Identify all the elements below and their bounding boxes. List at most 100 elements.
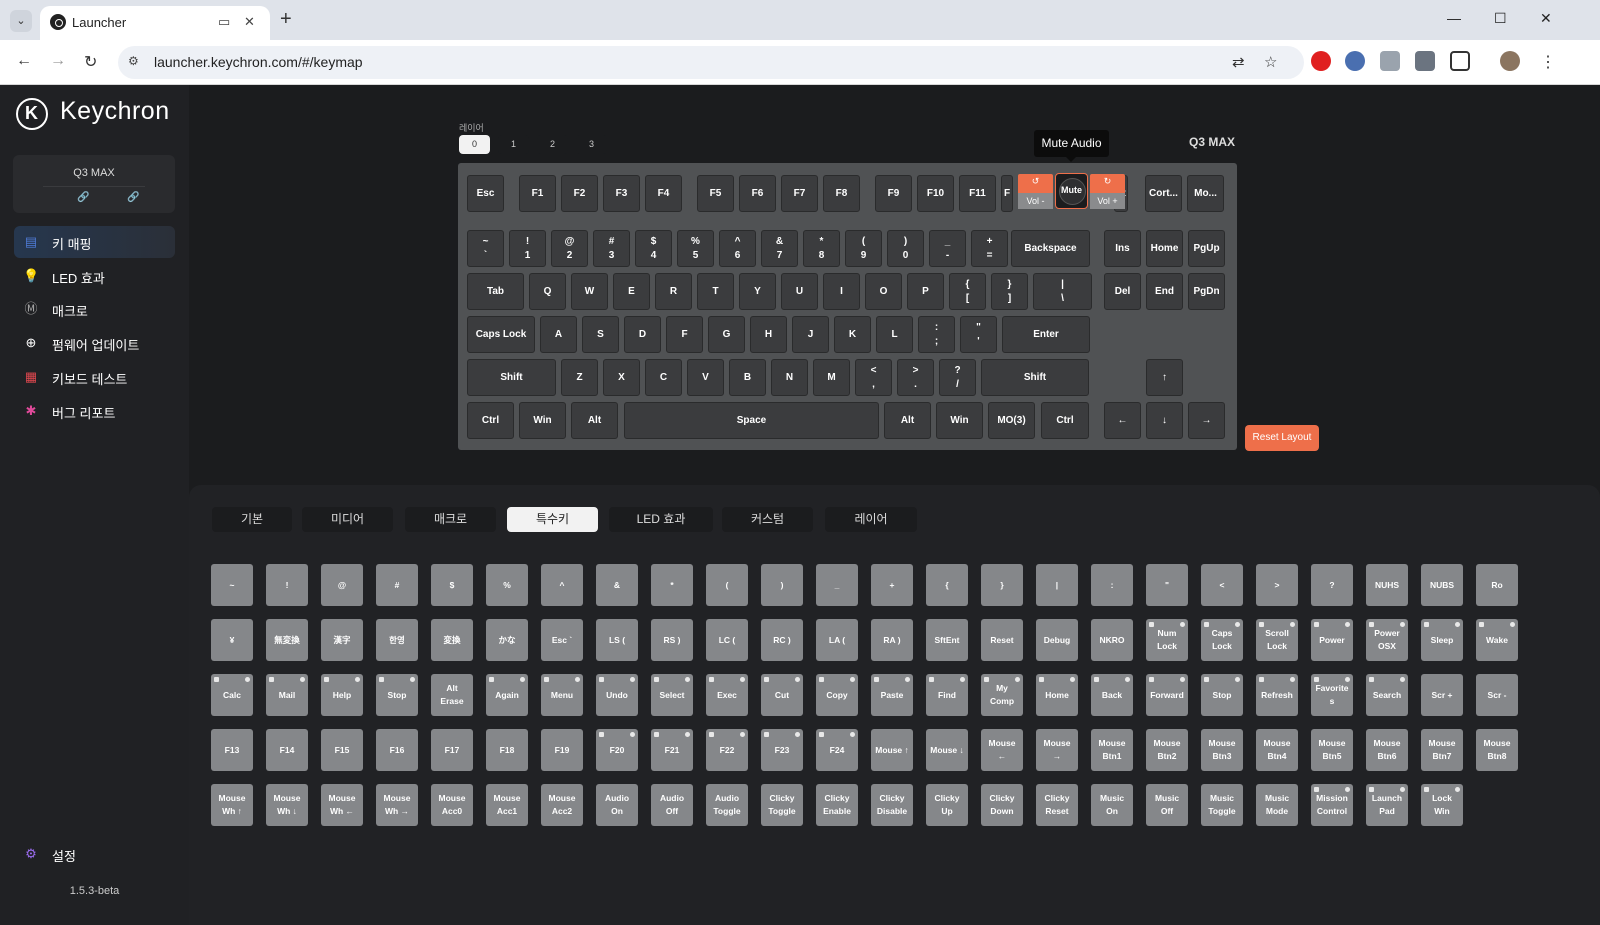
- layer-button-2[interactable]: 2: [537, 135, 568, 154]
- key-r1-c5[interactable]: F4: [645, 175, 682, 212]
- sidebar-item-6[interactable]: ✱ 버그 리포트: [14, 395, 175, 427]
- key-r2-c8[interactable]: & 7: [761, 230, 798, 267]
- key-r4-c3[interactable]: S: [582, 316, 619, 353]
- translate-icon[interactable]: ⇄: [1232, 53, 1245, 71]
- key-r1-c4[interactable]: F3: [603, 175, 640, 212]
- picker-key-r5-c17[interactable]: Music On: [1091, 784, 1133, 826]
- key-r5-c11[interactable]: ? /: [939, 359, 976, 396]
- picker-key-r1-c10[interactable]: (: [706, 564, 748, 606]
- picker-key-r1-c3[interactable]: @: [321, 564, 363, 606]
- key-r2-c3[interactable]: @ 2: [551, 230, 588, 267]
- extensions-puzzle-icon[interactable]: [1450, 51, 1470, 71]
- key-r5-c9[interactable]: < ,: [855, 359, 892, 396]
- key-r5-c5[interactable]: V: [687, 359, 724, 396]
- picker-key-r2-c11[interactable]: RC ): [761, 619, 803, 661]
- key-r4-c11[interactable]: : ;: [918, 316, 955, 353]
- picker-key-r5-c19[interactable]: Music Toggle: [1201, 784, 1243, 826]
- key-r1-c13[interactable]: F: [1001, 175, 1013, 212]
- volume-up-encoder-key[interactable]: ↻ Vol +: [1090, 174, 1125, 209]
- key-r1-c7[interactable]: F6: [739, 175, 776, 212]
- key-r1-c10[interactable]: F9: [875, 175, 912, 212]
- key-r1-c8[interactable]: F7: [781, 175, 818, 212]
- sidebar-item-4[interactable]: ⊕ 펌웨어 업데이트: [14, 327, 175, 359]
- picker-key-r2-c23[interactable]: Sleep: [1421, 619, 1463, 661]
- picker-key-r2-c19[interactable]: Caps Lock: [1201, 619, 1243, 661]
- key-r5-c13[interactable]: ↑: [1146, 359, 1183, 396]
- picker-key-r2-c9[interactable]: RS ): [651, 619, 693, 661]
- picker-key-r3-c12[interactable]: Copy: [816, 674, 858, 716]
- picker-key-r4-c8[interactable]: F20: [596, 729, 638, 771]
- key-r2-c11[interactable]: ) 0: [887, 230, 924, 267]
- site-settings-icon[interactable]: ⚙: [128, 54, 144, 70]
- key-r3-c8[interactable]: U: [781, 273, 818, 310]
- browser-menu-icon[interactable]: ⋮: [1540, 52, 1556, 72]
- picker-key-r1-c21[interactable]: ?: [1311, 564, 1353, 606]
- sidebar-item-5[interactable]: ▦ 키보드 테스트: [14, 361, 175, 393]
- picker-key-r2-c3[interactable]: 漢字: [321, 619, 363, 661]
- key-r6-c5[interactable]: Alt: [884, 402, 931, 439]
- close-window-icon[interactable]: ✕: [1540, 10, 1552, 27]
- picker-key-r3-c13[interactable]: Paste: [871, 674, 913, 716]
- picker-tab-7[interactable]: 레이어: [825, 507, 917, 532]
- tab-close-icon[interactable]: ✕: [244, 14, 255, 30]
- layer-button-3[interactable]: 3: [576, 135, 607, 154]
- key-r3-c9[interactable]: I: [823, 273, 860, 310]
- tab-search-button[interactable]: ⌄: [10, 10, 32, 32]
- key-r2-c15[interactable]: Ins: [1104, 230, 1141, 267]
- picker-key-r5-c9[interactable]: Audio Off: [651, 784, 693, 826]
- key-r6-c8[interactable]: Ctrl: [1041, 402, 1089, 439]
- key-r1-c12[interactable]: F11: [959, 175, 996, 212]
- key-r2-c16[interactable]: Home: [1146, 230, 1183, 267]
- picker-key-r5-c22[interactable]: Launch Pad: [1366, 784, 1408, 826]
- picker-key-r4-c24[interactable]: Mouse Btn8: [1476, 729, 1518, 771]
- key-r3-c1[interactable]: Tab: [467, 273, 524, 310]
- picker-key-r1-c9[interactable]: *: [651, 564, 693, 606]
- picker-key-r2-c21[interactable]: Power: [1311, 619, 1353, 661]
- picker-key-r1-c2[interactable]: !: [266, 564, 308, 606]
- picker-key-r3-c14[interactable]: Find: [926, 674, 968, 716]
- key-r2-c1[interactable]: ~ `: [467, 230, 504, 267]
- picker-key-r4-c17[interactable]: Mouse Btn1: [1091, 729, 1133, 771]
- picker-key-r5-c14[interactable]: Clicky Up: [926, 784, 968, 826]
- picker-key-r4-c9[interactable]: F21: [651, 729, 693, 771]
- volume-down-encoder-key[interactable]: ↺ Vol -: [1018, 174, 1053, 209]
- key-r6-c9[interactable]: ←: [1104, 402, 1141, 439]
- picker-key-r1-c16[interactable]: |: [1036, 564, 1078, 606]
- key-r3-c2[interactable]: Q: [529, 273, 566, 310]
- key-r1-c1[interactable]: Esc: [467, 175, 504, 212]
- picker-key-r5-c15[interactable]: Clicky Down: [981, 784, 1023, 826]
- new-tab-button[interactable]: +: [280, 9, 292, 29]
- key-r4-c5[interactable]: F: [666, 316, 703, 353]
- picker-key-r2-c24[interactable]: Wake: [1476, 619, 1518, 661]
- picker-key-r3-c16[interactable]: Home: [1036, 674, 1078, 716]
- picker-key-r5-c7[interactable]: Mouse Acc2: [541, 784, 583, 826]
- picker-key-r2-c6[interactable]: かな: [486, 619, 528, 661]
- key-r6-c2[interactable]: Win: [519, 402, 566, 439]
- picker-key-r5-c21[interactable]: Mission Control: [1311, 784, 1353, 826]
- key-r6-c7[interactable]: MO(3): [988, 402, 1035, 439]
- key-r2-c2[interactable]: ! 1: [509, 230, 546, 267]
- picker-key-r3-c5[interactable]: Alt Erase: [431, 674, 473, 716]
- key-r3-c7[interactable]: Y: [739, 273, 776, 310]
- picker-key-r5-c23[interactable]: Lock Win: [1421, 784, 1463, 826]
- sidebar-item-1[interactable]: ▤ 키 매핑: [14, 226, 175, 258]
- key-r3-c12[interactable]: { [: [949, 273, 986, 310]
- picker-key-r3-c19[interactable]: Stop: [1201, 674, 1243, 716]
- minimize-icon[interactable]: —: [1447, 10, 1461, 26]
- key-r1-c2[interactable]: F1: [519, 175, 556, 212]
- picker-key-r3-c11[interactable]: Cut: [761, 674, 803, 716]
- key-r1-c11[interactable]: F10: [917, 175, 954, 212]
- key-r5-c3[interactable]: X: [603, 359, 640, 396]
- key-r2-c12[interactable]: _ -: [929, 230, 966, 267]
- tab-cast-icon[interactable]: ▭: [218, 14, 230, 30]
- link-icon[interactable]: 🔗: [77, 192, 89, 203]
- picker-key-r2-c2[interactable]: 無変換: [266, 619, 308, 661]
- picker-key-r1-c8[interactable]: &: [596, 564, 638, 606]
- globe-extension-icon[interactable]: [1345, 51, 1365, 71]
- key-r1-c6[interactable]: F5: [697, 175, 734, 212]
- screenshot-extension-icon[interactable]: [1415, 51, 1435, 71]
- picker-key-r5-c11[interactable]: Clicky Toggle: [761, 784, 803, 826]
- picker-tab-5[interactable]: LED 효과: [609, 507, 713, 532]
- picker-key-r3-c15[interactable]: My Comp: [981, 674, 1023, 716]
- omnibox[interactable]: ⚙ launcher.keychron.com/#/keymap ⇄ ☆: [118, 46, 1304, 79]
